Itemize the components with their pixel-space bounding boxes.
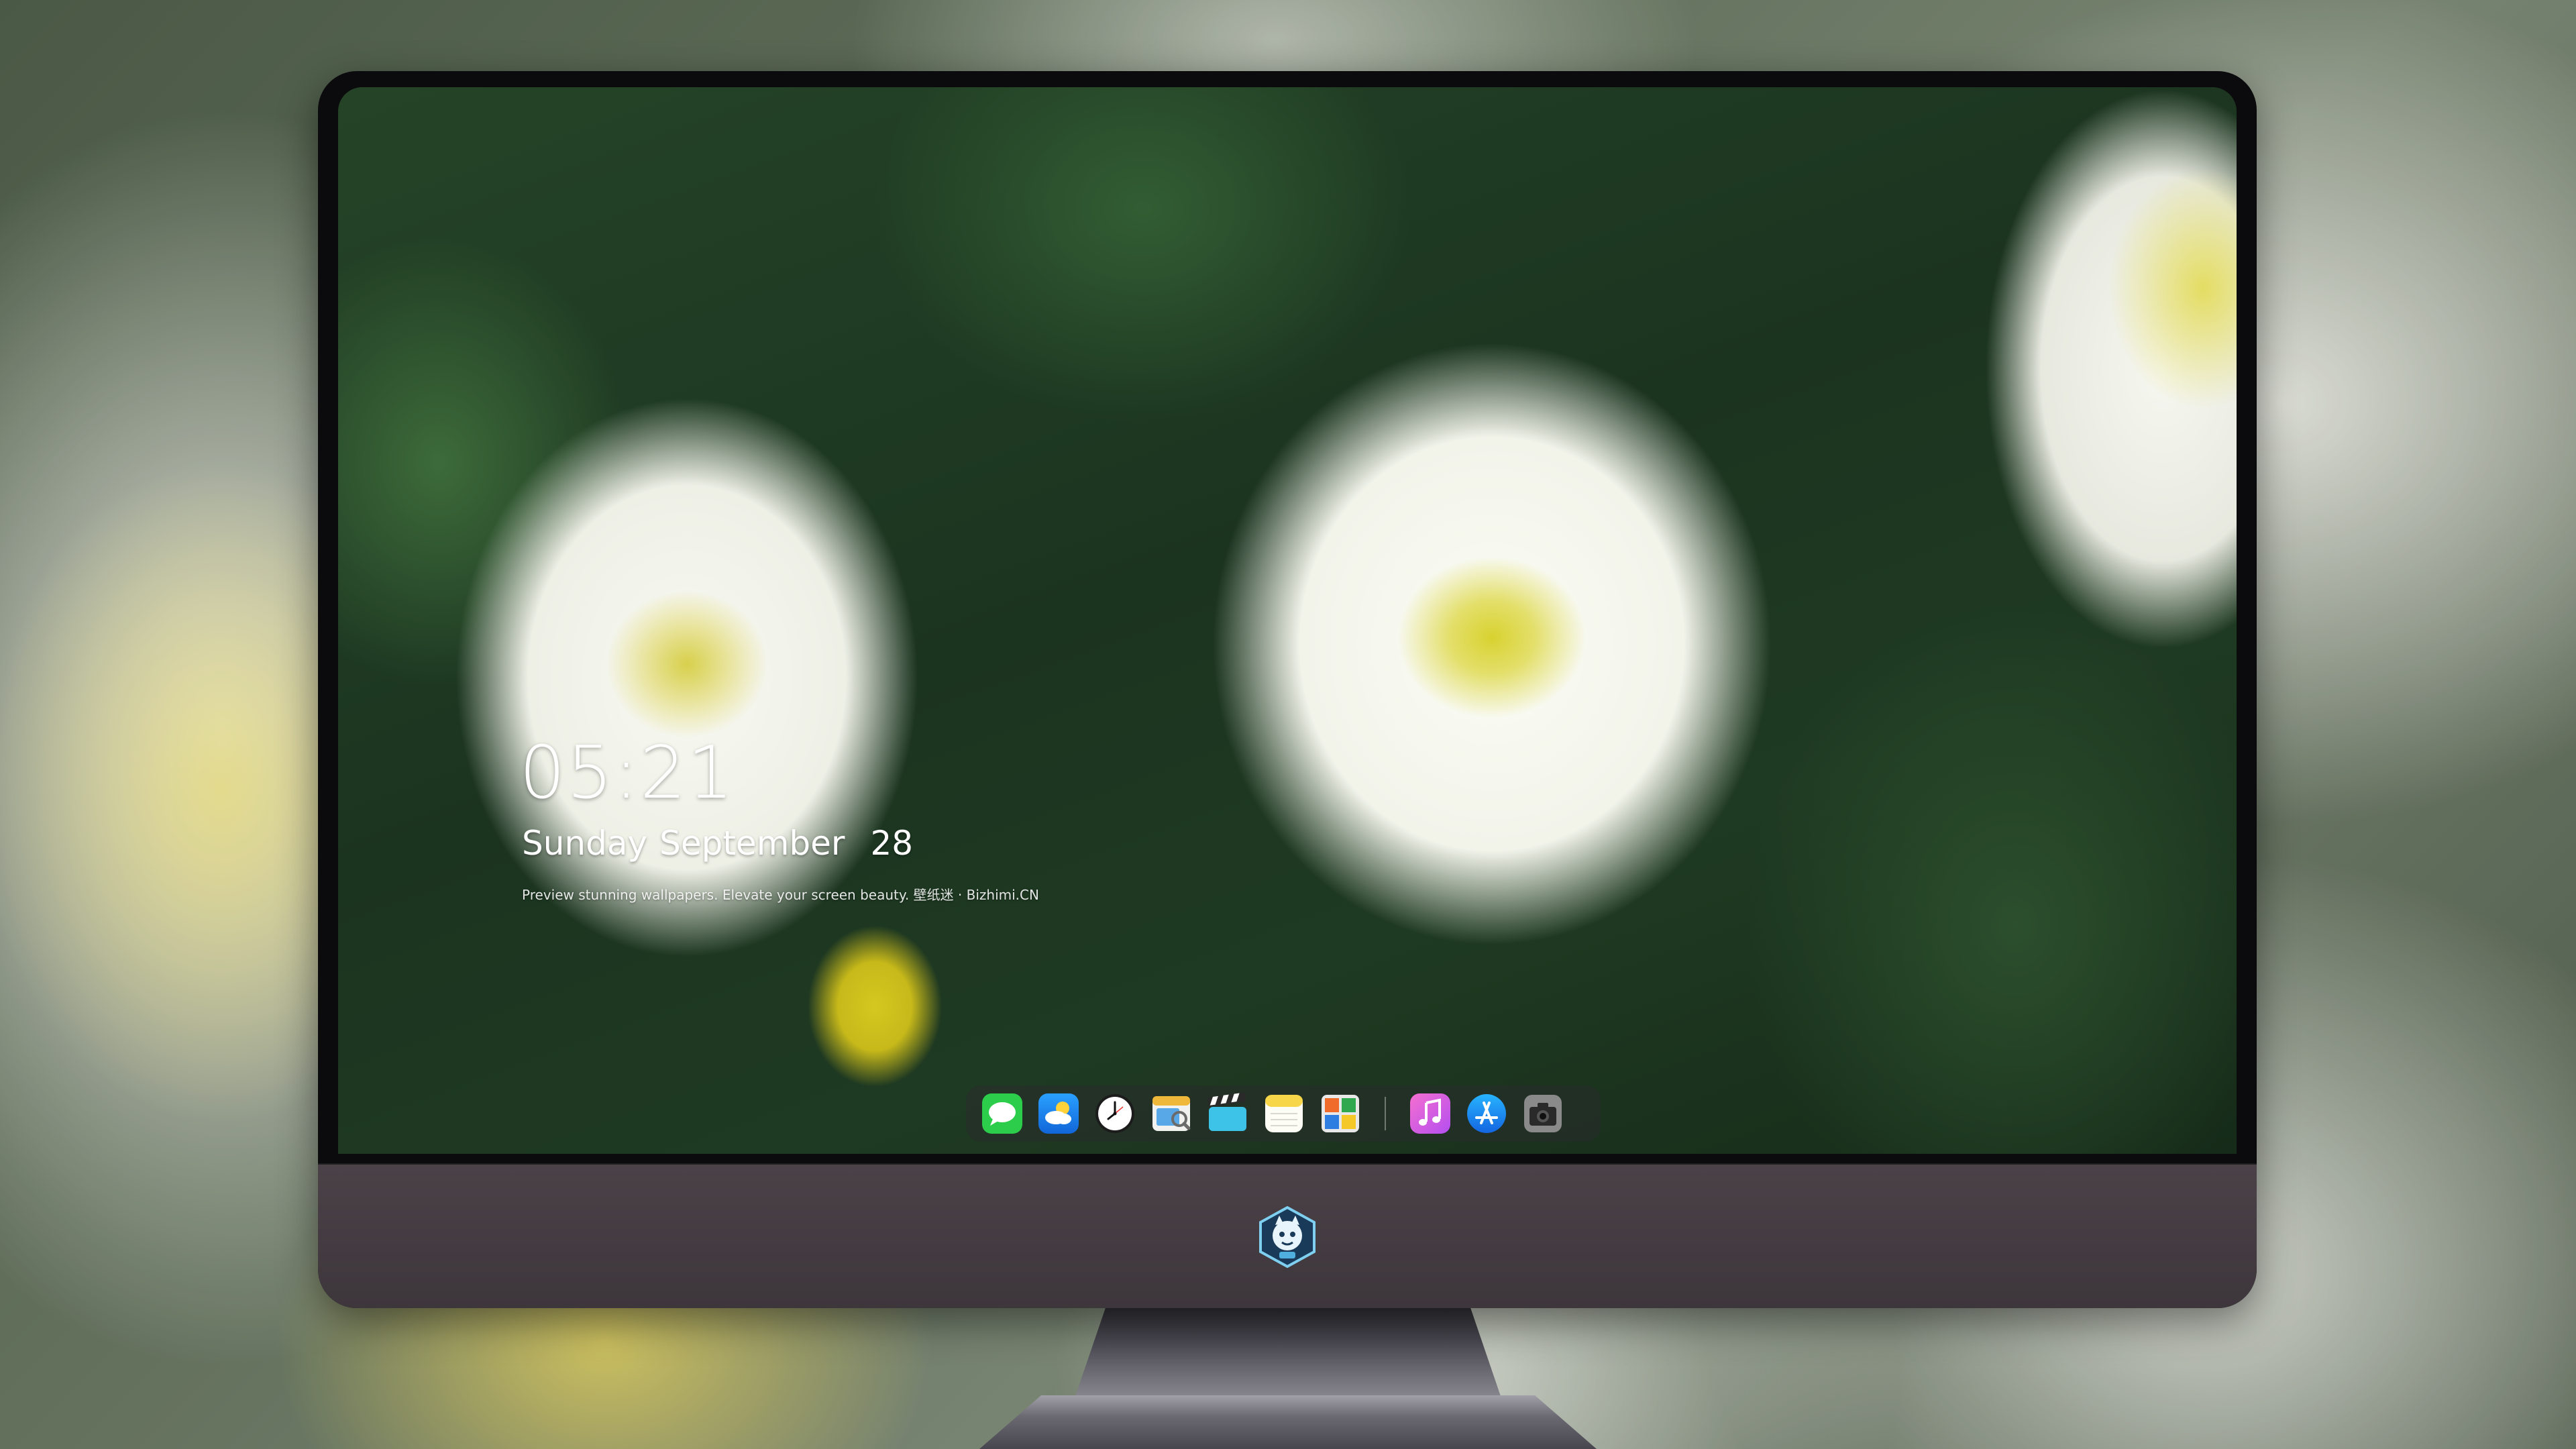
dahlia-wallpaper — [338, 87, 2237, 1154]
notes-icon — [1265, 1095, 1303, 1132]
monitor-stand-neck — [1073, 1301, 1503, 1402]
dock-app-clock[interactable] — [1093, 1092, 1136, 1135]
dock-app-weather[interactable] — [1037, 1092, 1080, 1135]
dock-app-videos[interactable] — [1206, 1092, 1249, 1135]
weekday: Sunday — [522, 824, 648, 863]
weather-icon — [1038, 1093, 1079, 1134]
wallpaper-tagline: Preview stunning wallpapers. Elevate you… — [522, 887, 1039, 903]
month: September — [659, 824, 845, 863]
dock-app-photo-booth[interactable] — [1319, 1092, 1362, 1135]
dock-app-app-store[interactable] — [1465, 1092, 1508, 1135]
monitor-stand-base — [979, 1395, 1597, 1449]
day: 28 — [870, 824, 914, 863]
dock — [966, 1085, 1601, 1142]
mascot-logo-icon — [1259, 1205, 1316, 1269]
camera-icon — [1524, 1095, 1562, 1132]
lock-date: Sunday September 28 — [522, 824, 913, 863]
dock-app-preview[interactable] — [1150, 1092, 1193, 1135]
lock-clock: 05:21 — [519, 731, 735, 815]
app-store-icon — [1467, 1094, 1506, 1133]
dock-app-camera[interactable] — [1521, 1092, 1564, 1135]
dock-app-music[interactable] — [1409, 1092, 1452, 1135]
music-note-icon — [1410, 1093, 1450, 1134]
preview-icon — [1152, 1096, 1191, 1131]
dock-separator — [1385, 1097, 1386, 1130]
messages-icon — [982, 1093, 1022, 1134]
lock-screen: 05:21 Sunday September 28 Preview stunni… — [338, 87, 2237, 1154]
monitor: 05:21 Sunday September 28 Preview stunni… — [318, 71, 2257, 1308]
photo-grid-icon — [1322, 1095, 1359, 1132]
dock-app-messages[interactable] — [981, 1092, 1024, 1135]
monitor-chin — [318, 1163, 2257, 1308]
dock-app-notes[interactable] — [1263, 1092, 1305, 1135]
clapperboard-icon — [1208, 1092, 1246, 1131]
clock-icon — [1095, 1094, 1134, 1133]
